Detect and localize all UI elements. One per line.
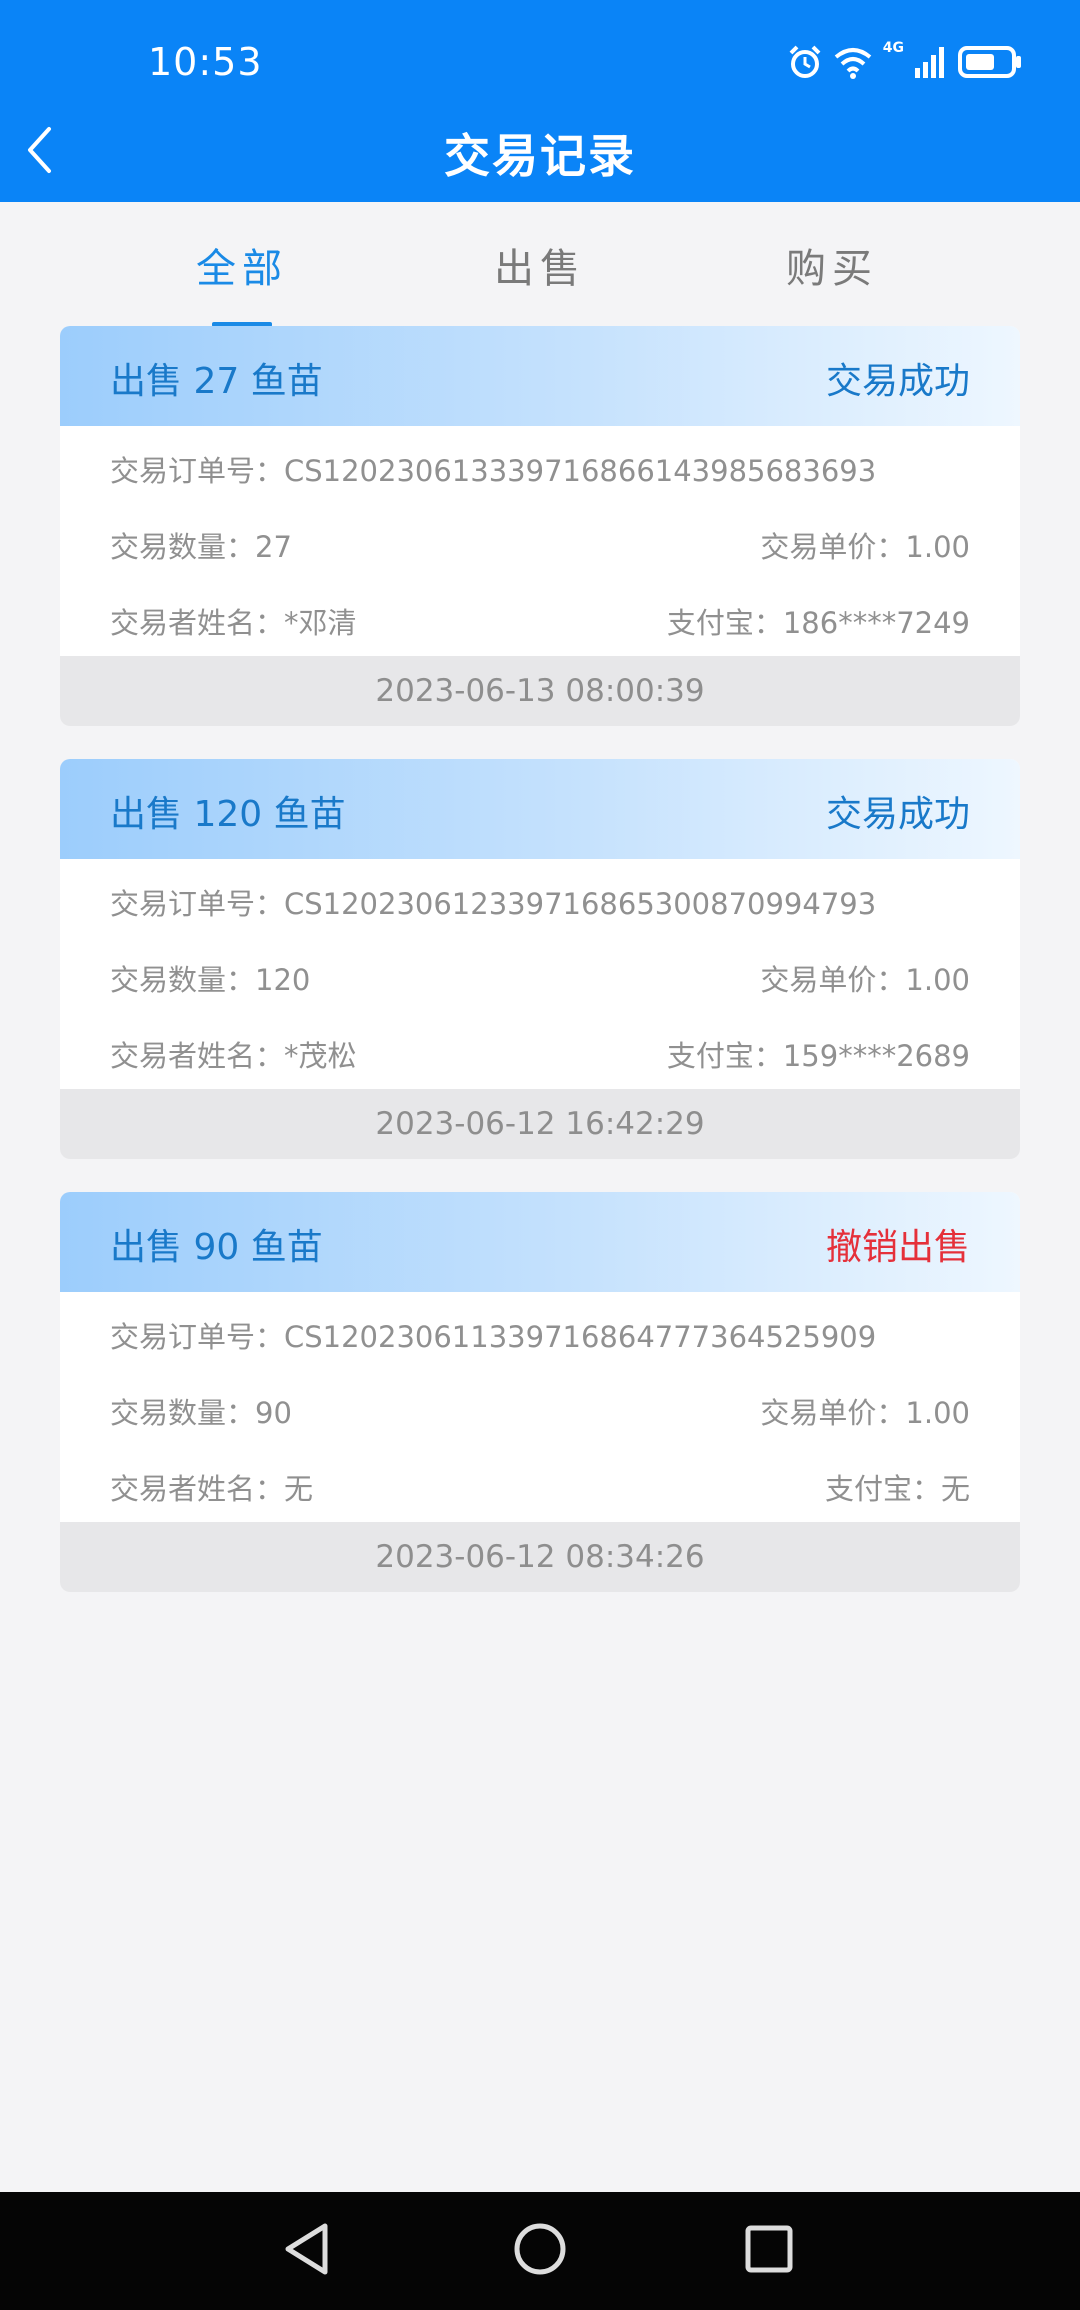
tab-buy[interactable]: 购买 — [752, 236, 912, 294]
order-number: 交易订单号：CS120230613339716866143985683693 — [110, 454, 877, 488]
trader-row: 交易者姓名：*茂松 支付宝：159****2689 — [110, 1025, 970, 1075]
unit-price: 交易单价：1.00 — [760, 530, 970, 564]
order-number: 交易订单号：CS120230611339716864777364525909 — [110, 1320, 877, 1354]
order-number-row: 交易订单号：CS120230613339716866143985683693 — [110, 440, 970, 490]
tab-sell-label: 出售 — [494, 246, 586, 292]
trader-name: 交易者姓名：*邓清 — [110, 606, 357, 640]
unit-price: 交易单价：1.00 — [760, 1396, 970, 1430]
record-card[interactable]: 出售 27 鱼苗 交易成功 交易订单号：CS120230613339716866… — [60, 326, 1020, 726]
unit-price: 交易单价：1.00 — [760, 963, 970, 997]
app-header: 10:53 4G 交易记录 — [0, 0, 1080, 202]
record-time: 2023-06-12 16:42:29 — [60, 1089, 1020, 1159]
record-status: 交易成功 — [825, 361, 970, 402]
home-circle-icon — [512, 2221, 568, 2281]
record-card[interactable]: 出售 120 鱼苗 交易成功 交易订单号：CS12023061233971686… — [60, 759, 1020, 1159]
record-status: 撤销出售 — [825, 1227, 970, 1268]
order-number: 交易订单号：CS120230612339716865300870994793 — [110, 887, 877, 921]
trade-quantity: 交易数量：120 — [110, 963, 311, 997]
alipay-account: 支付宝：159****2689 — [666, 1039, 970, 1073]
tab-all-label: 全部 — [196, 246, 288, 292]
tab-all[interactable]: 全部 — [162, 236, 322, 327]
quantity-price-row: 交易数量：27 交易单价：1.00 — [110, 516, 970, 566]
quantity-price-row: 交易数量：120 交易单价：1.00 — [110, 949, 970, 999]
record-title: 出售 27 鱼苗 — [110, 361, 323, 402]
trader-row: 交易者姓名：无 支付宝：无 — [110, 1458, 970, 1508]
status-time: 10:53 — [148, 40, 263, 84]
record-card[interactable]: 出售 90 鱼苗 撤销出售 交易订单号：CS120230611339716864… — [60, 1192, 1020, 1592]
record-title: 出售 90 鱼苗 — [110, 1227, 323, 1268]
alarm-icon — [787, 44, 823, 80]
wifi-icon — [833, 44, 873, 80]
recents-square-icon — [743, 2223, 795, 2279]
network-type-label: 4G — [882, 40, 904, 56]
alipay-account: 支付宝：186****7249 — [666, 606, 970, 640]
page-title: 交易记录 — [444, 129, 636, 183]
battery-icon — [958, 44, 1022, 80]
trader-row: 交易者姓名：*邓清 支付宝：186****7249 — [110, 592, 970, 642]
trader-name: 交易者姓名：*茂松 — [110, 1039, 357, 1073]
order-number-row: 交易订单号：CS120230612339716865300870994793 — [110, 873, 970, 923]
trade-quantity: 交易数量：27 — [110, 530, 292, 564]
system-navigation-bar — [0, 2192, 1080, 2310]
trade-quantity: 交易数量：90 — [110, 1396, 292, 1430]
quantity-price-row: 交易数量：90 交易单价：1.00 — [110, 1382, 970, 1432]
signal-icon — [914, 44, 948, 80]
record-card-header: 出售 27 鱼苗 交易成功 — [60, 326, 1020, 426]
status-icons: 4G — [787, 40, 1022, 84]
tab-buy-label: 购买 — [786, 246, 878, 292]
filter-tabs: 全部 出售 购买 — [0, 202, 1080, 327]
system-home-button[interactable] — [505, 2216, 575, 2286]
record-time: 2023-06-13 08:00:39 — [60, 656, 1020, 726]
tab-sell[interactable]: 出售 — [460, 236, 620, 294]
trader-name: 交易者姓名：无 — [110, 1472, 314, 1506]
record-card-header: 出售 90 鱼苗 撤销出售 — [60, 1192, 1020, 1292]
back-triangle-icon — [281, 2221, 333, 2281]
alipay-account: 支付宝：无 — [824, 1472, 970, 1506]
system-back-button[interactable] — [272, 2216, 342, 2286]
record-status: 交易成功 — [825, 794, 970, 835]
record-time: 2023-06-12 08:34:26 — [60, 1522, 1020, 1592]
record-title: 出售 120 鱼苗 — [110, 794, 346, 835]
order-number-row: 交易订单号：CS120230611339716864777364525909 — [110, 1306, 970, 1356]
system-recents-button[interactable] — [734, 2216, 804, 2286]
record-card-header: 出售 120 鱼苗 交易成功 — [60, 759, 1020, 859]
